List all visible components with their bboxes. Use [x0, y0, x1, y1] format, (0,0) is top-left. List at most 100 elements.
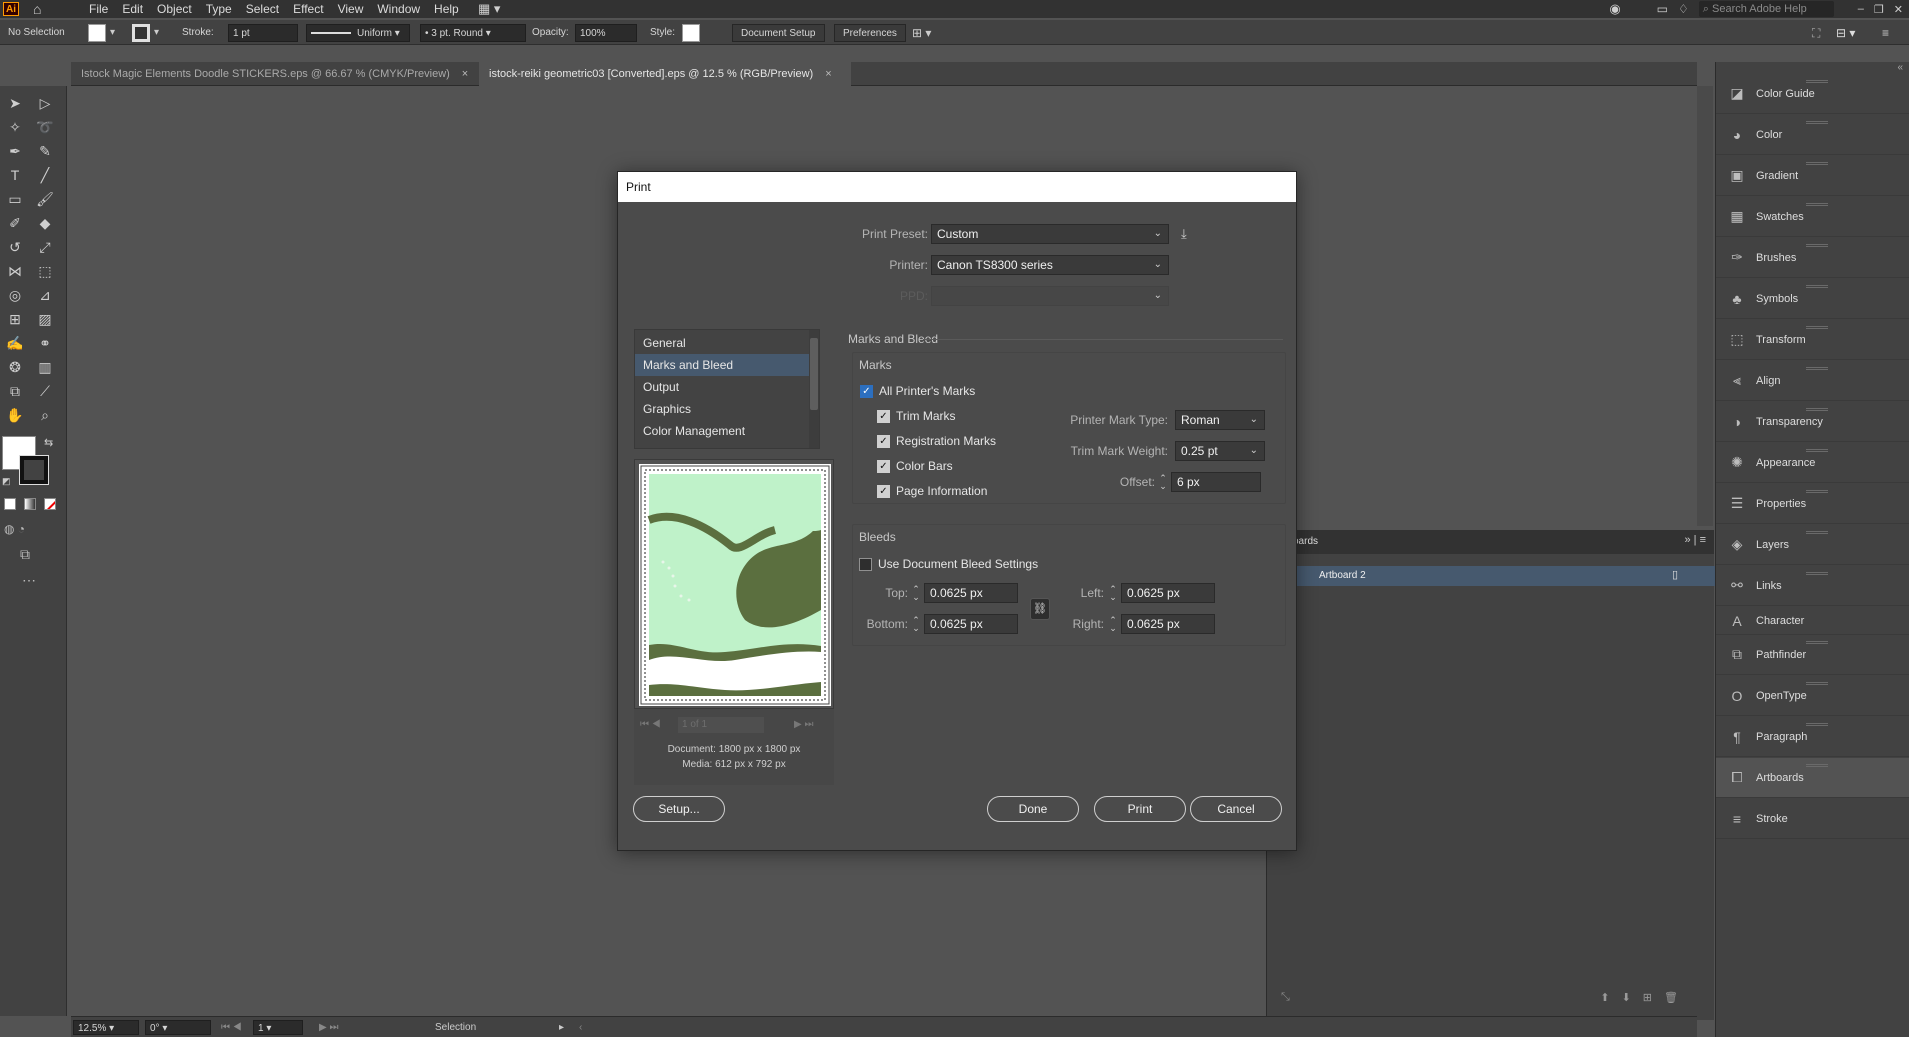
stepper-arrows-icon[interactable]: ⌃ ⌄ [1108, 585, 1118, 602]
stroke-dropdown-icon[interactable]: ▾ [154, 24, 159, 42]
style-swatch[interactable] [682, 24, 700, 42]
gradient-mode-icon[interactable] [24, 498, 36, 510]
use-document-bleed-checkbox[interactable]: Use Document Bleed Settings [859, 557, 1038, 571]
align-options-icon[interactable]: ⊞ ▾ [912, 24, 931, 42]
artboard-nav-prev-icon[interactable]: ⏮ ◀ [221, 1020, 242, 1035]
menu-file[interactable]: File [82, 1, 115, 17]
page-field[interactable]: 1 of 1 [678, 717, 764, 733]
user-icon[interactable]: ◉ [1609, 1, 1620, 17]
arrange-icon[interactable]: ⛶ [1812, 24, 1820, 42]
artboard-tool-icon[interactable]: ⧉ [4, 380, 26, 402]
more-tools-icon[interactable]: ⋯ [22, 572, 36, 589]
canvas-vertical-scrollbar[interactable] [1697, 86, 1713, 526]
dock-stroke[interactable]: ≡ Stroke [1716, 799, 1909, 839]
selection-tool-icon[interactable]: ➤ [4, 92, 26, 114]
dock-swatches[interactable]: ▦ Swatches [1716, 197, 1909, 237]
stroke-color-swatch[interactable] [19, 455, 49, 485]
tab-document-2[interactable]: istock-reiki geometric03 [Converted].eps… [479, 62, 851, 86]
workspace-switcher-icon[interactable]: ▦ ▾ [478, 1, 500, 17]
print-preset-select[interactable]: Custom ⌄ [931, 224, 1169, 244]
opacity-field[interactable]: 100% [575, 24, 637, 42]
close-tab-icon[interactable]: × [825, 68, 831, 80]
draw-mode-icon[interactable]: ◍ ◔ [4, 522, 25, 536]
variable-width-profile[interactable]: Uniform ▾ [306, 24, 410, 42]
graph-tool-icon[interactable]: ▥ [34, 356, 56, 378]
first-page-icon[interactable]: ⏮ ◀ [640, 719, 661, 730]
gradient-tool-icon[interactable]: ▨ [34, 308, 56, 330]
done-button[interactable]: Done [987, 796, 1079, 822]
dock-symbols[interactable]: ♣ Symbols [1716, 279, 1909, 319]
stepper-arrows-icon[interactable]: ⌃ ⌄ [1158, 474, 1168, 491]
control-menu-icon[interactable]: ≡ [1882, 24, 1889, 42]
menu-select[interactable]: Select [239, 1, 286, 17]
page-information-checkbox[interactable]: ✓ Page Information [877, 484, 987, 498]
menu-window[interactable]: Window [370, 1, 427, 17]
rectangle-tool-icon[interactable]: ▭ [4, 188, 26, 210]
last-page-icon[interactable]: ▶ ⏭ [794, 719, 813, 730]
slice-tool-icon[interactable]: ⟋ [34, 380, 56, 402]
artboard-number-field[interactable]: 1 ▾ [253, 1020, 303, 1035]
zoom-tool-icon[interactable]: ⌕ [34, 404, 56, 426]
trim-mark-weight-select[interactable]: 0.25 pt ⌄ [1175, 441, 1265, 461]
dock-gradient[interactable]: ▣ Gradient [1716, 156, 1909, 196]
type-tool-icon[interactable]: T [4, 164, 26, 186]
shaper-tool-icon[interactable]: ✐ [4, 212, 26, 234]
save-preset-icon[interactable]: ⤓ [1181, 226, 1187, 242]
stroke-weight-field[interactable]: 1 pt [228, 24, 298, 42]
line-tool-icon[interactable]: ╱ [34, 164, 56, 186]
close-tab-icon[interactable]: × [462, 68, 468, 80]
width-tool-icon[interactable]: ⋈ [4, 260, 26, 282]
collapse-dock-icon[interactable]: « [1897, 62, 1903, 73]
bleed-bottom-spinner[interactable]: ⌃ ⌄ 0.0625 px [911, 614, 1018, 634]
category-output[interactable]: Output [635, 376, 810, 398]
arrange-documents-icon[interactable]: ▭ [1657, 2, 1668, 16]
home-icon[interactable]: ⌂ [33, 1, 41, 17]
restore-icon[interactable]: ❐ [1874, 3, 1884, 16]
swap-colors-icon[interactable]: ⇆ [44, 436, 53, 449]
bleed-left-value[interactable]: 0.0625 px [1121, 583, 1215, 603]
category-graphics[interactable]: Graphics [635, 398, 810, 420]
panel-layout-icon[interactable]: ⊟ ▾ [1836, 24, 1855, 42]
rearrange-icon[interactable]: ⤡ [1281, 991, 1290, 1004]
dock-opentype[interactable]: O OpenType [1716, 676, 1909, 716]
bleed-bottom-value[interactable]: 0.0625 px [924, 614, 1018, 634]
default-colors-icon[interactable]: ◩ [2, 476, 11, 487]
printer-mark-type-select[interactable]: Roman ⌄ [1175, 410, 1265, 430]
artboard-row[interactable]: Artboard 2 [1267, 566, 1715, 586]
eyedropper-icon[interactable]: ✍ [4, 332, 26, 354]
category-scrollbar[interactable] [809, 330, 819, 448]
setup-button[interactable]: Setup... [633, 796, 725, 822]
stepper-arrows-icon[interactable]: ⌃ ⌄ [1108, 616, 1118, 633]
fill-swatch[interactable] [88, 24, 106, 42]
curvature-tool-icon[interactable]: ✎ [34, 140, 56, 162]
menu-object[interactable]: Object [150, 1, 199, 17]
dock-transparency[interactable]: ◑ Transparency [1716, 402, 1909, 442]
bleed-top-spinner[interactable]: ⌃ ⌄ 0.0625 px [911, 583, 1018, 603]
document-setup-button[interactable]: Document Setup [732, 24, 825, 42]
dock-pathfinder[interactable]: ⧉ Pathfinder [1716, 635, 1909, 675]
stepper-arrows-icon[interactable]: ⌃ ⌄ [911, 616, 921, 633]
dock-transform[interactable]: ⬚ Transform [1716, 320, 1909, 360]
dock-properties[interactable]: ☰ Properties [1716, 484, 1909, 524]
menu-edit[interactable]: Edit [115, 1, 150, 17]
symbol-sprayer-icon[interactable]: ❂ [4, 356, 26, 378]
dock-character[interactable]: A Character [1716, 607, 1909, 635]
print-button[interactable]: Print [1094, 796, 1186, 822]
artboard-options-icon[interactable]: ▯ [1672, 568, 1678, 581]
category-color-management[interactable]: Color Management [635, 420, 810, 442]
artboard-nav-next-icon[interactable]: ▶ ⏭ [319, 1020, 338, 1035]
artboard-panel-actions[interactable]: ⬆⬇⊞🗑 [1600, 991, 1690, 1004]
hand-tool-icon[interactable]: ✋ [4, 404, 26, 426]
offset-value[interactable]: 6 px [1171, 472, 1261, 492]
printer-select[interactable]: Canon TS8300 series ⌄ [931, 255, 1169, 275]
free-transform-icon[interactable]: ⬚ [34, 260, 56, 282]
blend-tool-icon[interactable]: ⚭ [34, 332, 56, 354]
offset-spinner[interactable]: ⌃ ⌄ 6 px [1158, 472, 1261, 492]
lasso-icon[interactable]: ➰ [34, 116, 56, 138]
dock-color-guide[interactable]: ◪ Color Guide [1716, 74, 1909, 114]
lightbulb-icon[interactable]: ♢ [1678, 2, 1689, 16]
shape-builder-icon[interactable]: ◎ [4, 284, 26, 306]
eraser-icon[interactable]: ◆ [34, 212, 56, 234]
none-mode-icon[interactable] [44, 498, 56, 510]
pen-tool-icon[interactable]: ✒ [4, 140, 26, 162]
